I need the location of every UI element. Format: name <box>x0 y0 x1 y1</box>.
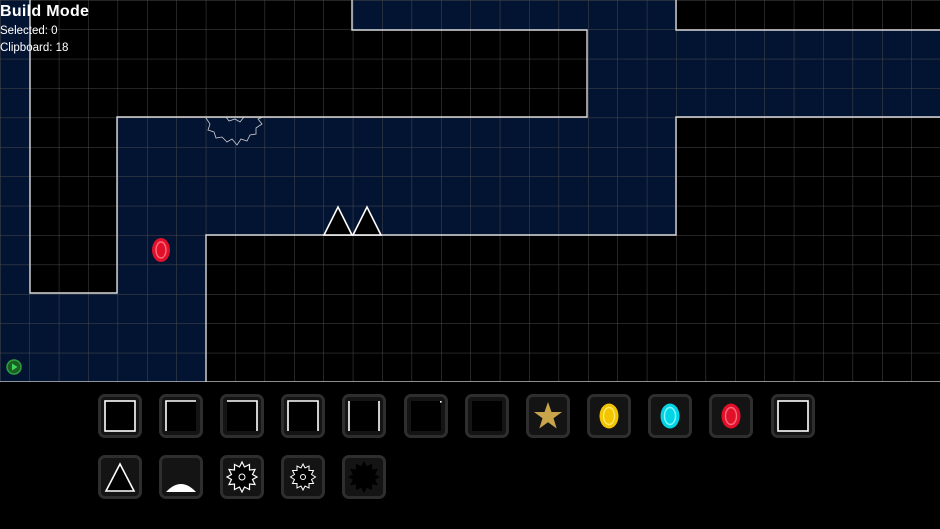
half-dome-icon <box>166 484 196 492</box>
tool-star[interactable] <box>526 394 570 438</box>
grid <box>0 0 940 382</box>
tool-block-empty[interactable] <box>465 394 509 438</box>
block-corner-dot-icon <box>411 401 442 431</box>
tool-block-full[interactable] <box>98 394 142 438</box>
spike-icon <box>104 462 136 492</box>
tool-saw-solid[interactable] <box>342 455 386 499</box>
tool-block-top-left[interactable] <box>159 394 203 438</box>
mode-title: Build Mode <box>0 3 90 20</box>
block-full-icon <box>104 400 136 432</box>
tool-coin-red[interactable] <box>709 394 753 438</box>
tool-block-corner-dot[interactable] <box>404 394 448 438</box>
sawblade-solid-icon <box>347 460 381 494</box>
yellow-coin-icon <box>599 403 619 429</box>
block-edge-sides-icon <box>348 401 380 431</box>
level-canvas[interactable] <box>0 0 940 382</box>
build-toolbar <box>0 383 940 529</box>
block-edge-top-right-icon <box>227 400 258 431</box>
red-coin-icon <box>721 403 741 429</box>
tool-coin-cyan[interactable] <box>648 394 692 438</box>
clipboard-count: Clipboard: 18 <box>0 42 69 54</box>
tool-block-top-sides[interactable] <box>281 394 325 438</box>
star-icon <box>534 402 562 429</box>
red-coin[interactable] <box>152 238 170 262</box>
block-outline-icon <box>777 400 809 432</box>
sawblade-large-icon <box>225 460 259 494</box>
sawblade-small-icon <box>289 462 317 492</box>
tool-block-outline[interactable] <box>771 394 815 438</box>
selected-count: Selected: 0 <box>0 25 58 37</box>
block-edge-top-left-icon <box>165 400 196 431</box>
tool-coin-yellow[interactable] <box>587 394 631 438</box>
block-edge-top-sides-icon <box>287 400 319 431</box>
tool-half-dome[interactable] <box>159 455 203 499</box>
tool-saw-large[interactable] <box>220 455 264 499</box>
tool-spike[interactable] <box>98 455 142 499</box>
tool-saw-small[interactable] <box>281 455 325 499</box>
block-empty-icon <box>472 401 502 431</box>
cyan-coin-icon <box>660 403 680 429</box>
tool-block-sides[interactable] <box>342 394 386 438</box>
tool-block-top-right[interactable] <box>220 394 264 438</box>
play-button[interactable] <box>6 359 22 375</box>
